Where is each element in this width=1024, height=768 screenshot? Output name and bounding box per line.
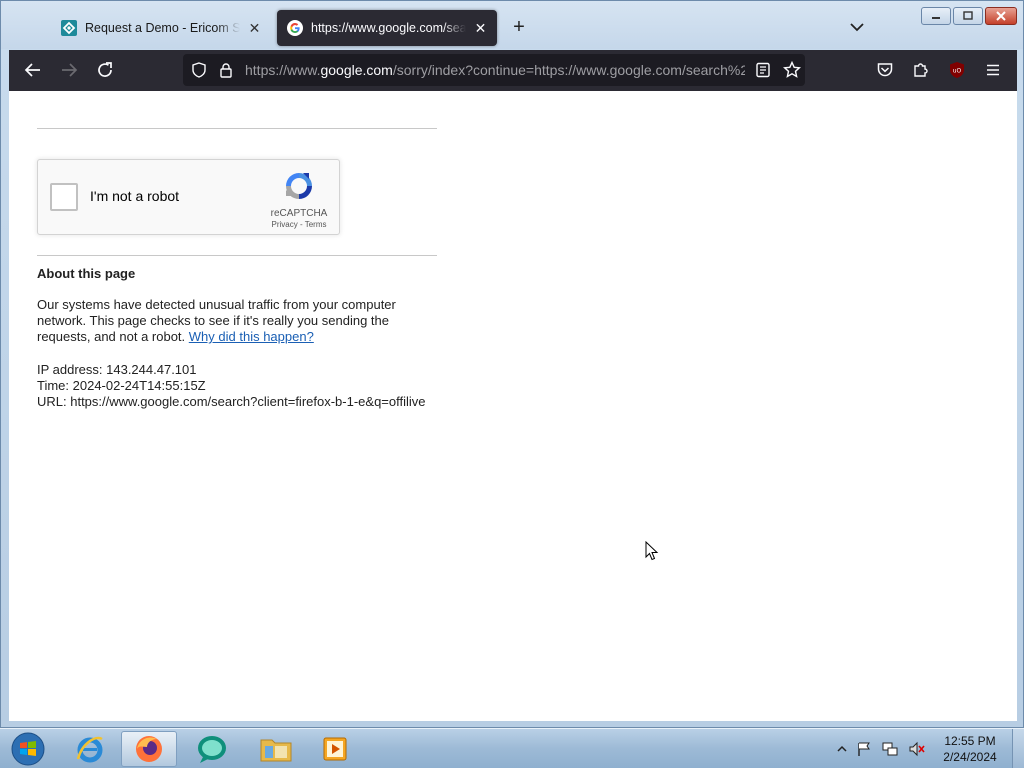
list-all-tabs-chevron-icon[interactable] (845, 17, 869, 37)
tab-close-icon[interactable]: ✕ (474, 20, 487, 37)
captcha-label: I'm not a robot (90, 188, 180, 204)
minimize-icon (932, 17, 940, 19)
browser-window: Request a Demo - Ericom Software ✕ https… (0, 0, 1024, 728)
tab-close-icon[interactable]: ✕ (248, 20, 261, 37)
clock-time: 12:55 PM (944, 734, 996, 748)
pocket-icon (877, 63, 893, 77)
tab-strip: Request a Demo - Ericom Software ✕ https… (1, 1, 1023, 49)
minimize-button[interactable] (921, 7, 951, 25)
ip-address-line: IP address: 143.244.47.101 (37, 362, 197, 377)
show-hidden-icons-icon[interactable] (837, 744, 847, 754)
forward-button[interactable] (55, 56, 83, 84)
back-button[interactable] (19, 56, 47, 84)
taskbar-internet-explorer[interactable] (62, 731, 118, 767)
forward-arrow-icon (62, 63, 78, 77)
not-a-robot-checkbox[interactable] (50, 183, 78, 211)
start-button[interactable] (0, 731, 56, 767)
bookmark-star-icon[interactable] (783, 61, 801, 79)
time-line: Time: 2024-02-24T14:55:15Z (37, 378, 206, 393)
extensions-button[interactable] (907, 56, 935, 84)
taskbar-clock[interactable]: 12:55 PM 2/24/2024 (940, 733, 1000, 765)
new-tab-button[interactable]: + (507, 15, 531, 39)
about-heading: About this page (37, 266, 136, 281)
tab-google-search[interactable]: https://www.google.com/search?client ✕ (277, 10, 497, 46)
back-arrow-icon (24, 63, 40, 77)
svg-text:uO: uO (953, 68, 962, 75)
google-favicon-icon (287, 20, 303, 36)
tracking-protection-shield-icon[interactable] (191, 62, 207, 78)
system-tray (837, 729, 926, 768)
chat-bubble-app-icon (198, 736, 226, 763)
pocket-button[interactable] (871, 56, 899, 84)
url-prefix: https://www. (245, 62, 321, 78)
reload-button[interactable] (91, 56, 119, 84)
close-icon (996, 11, 1006, 21)
clock-date: 2/24/2024 (943, 750, 997, 764)
ublock-shield-icon: uO (950, 62, 964, 78)
recaptcha-widget: I'm not a robot reCAPTCHA Privacy - Term… (37, 159, 340, 235)
url-bar[interactable]: https://www.google.com/sorry/index?conti… (183, 54, 805, 86)
about-paragraph: Our systems have detected unusual traffi… (37, 297, 427, 345)
url-path: /sorry/index?continue=https://www.google… (392, 62, 745, 78)
speaker-muted-icon[interactable] (908, 741, 926, 757)
url-text[interactable]: https://www.google.com/sorry/index?conti… (245, 54, 745, 86)
hamburger-menu-icon (987, 64, 999, 76)
windows-start-orb-icon (11, 732, 45, 766)
puzzle-piece-icon (914, 63, 928, 77)
restore-button[interactable] (953, 7, 983, 25)
folder-icon (260, 739, 292, 762)
media-player-icon (323, 737, 347, 761)
ublock-origin-button[interactable]: uO (943, 56, 971, 84)
taskbar-media-player[interactable] (308, 731, 364, 767)
network-icon[interactable] (881, 741, 899, 757)
taskbar-chat-app[interactable] (184, 731, 240, 767)
taskbar-firefox[interactable] (121, 731, 177, 767)
tab-title: Request a Demo - Ericom Software (85, 21, 241, 35)
internet-explorer-icon (76, 736, 103, 763)
reload-icon (98, 62, 112, 77)
lock-icon[interactable] (219, 62, 233, 78)
url-host: google.com (320, 62, 393, 78)
middle-divider (37, 255, 437, 256)
show-desktop-button[interactable] (1012, 729, 1024, 768)
mouse-pointer-icon (645, 541, 659, 561)
recaptcha-brand: reCAPTCHA (270, 208, 328, 219)
windows-taskbar: 12:55 PM 2/24/2024 (0, 728, 1024, 768)
recaptcha-privacy-terms-links[interactable]: Privacy - Terms (260, 220, 338, 229)
close-window-button[interactable] (985, 7, 1017, 25)
app-menu-button[interactable] (979, 56, 1007, 84)
ericom-favicon-icon (61, 20, 77, 36)
page-content: I'm not a robot reCAPTCHA Privacy - Term… (9, 91, 1017, 721)
url-line: URL: https://www.google.com/search?clien… (37, 394, 426, 409)
navigation-toolbar: https://www.google.com/sorry/index?conti… (9, 50, 1017, 91)
firefox-icon (136, 736, 162, 762)
tab-ericom-demo[interactable]: Request a Demo - Ericom Software ✕ (51, 10, 271, 46)
recaptcha-logo-icon (286, 173, 312, 199)
reader-view-icon[interactable] (755, 62, 771, 78)
top-divider (37, 128, 437, 129)
why-did-this-happen-link[interactable]: Why did this happen? (189, 329, 314, 344)
restore-icon (963, 11, 973, 20)
taskbar-file-explorer[interactable] (248, 731, 304, 767)
window-caption-buttons (921, 7, 1017, 25)
tab-title: https://www.google.com/search?client (311, 21, 467, 35)
action-center-flag-icon[interactable] (856, 741, 872, 757)
